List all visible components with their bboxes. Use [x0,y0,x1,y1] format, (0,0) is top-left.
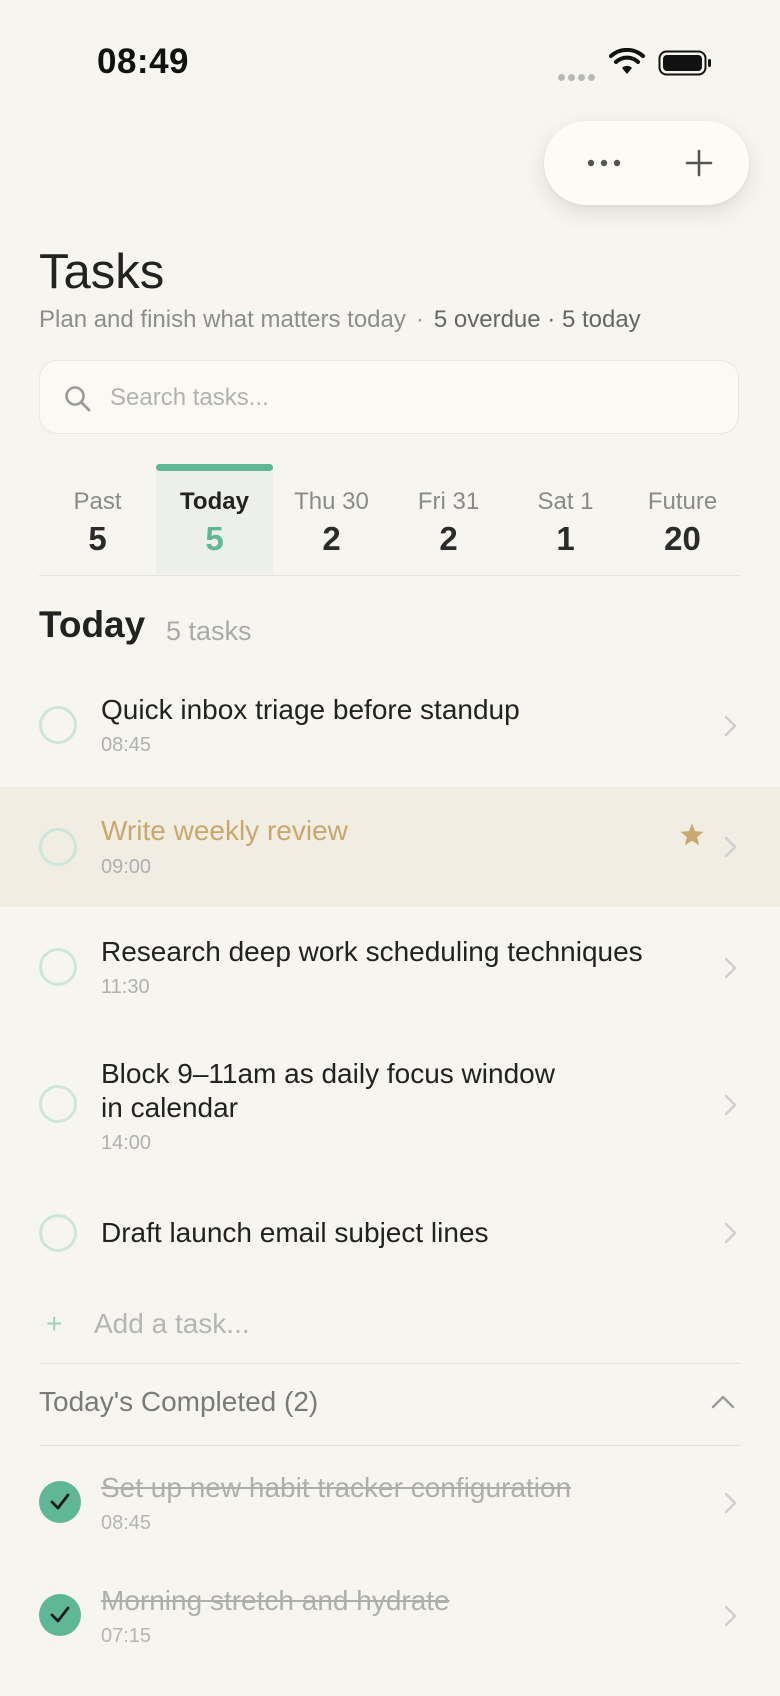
star-icon[interactable] [679,822,705,848]
task-checkbox[interactable] [39,828,77,866]
tab-label: Thu 30 [294,488,369,515]
chevron-right-icon [724,957,737,979]
task-title: Quick inbox triage before standup [101,694,520,725]
date-tabs: Past 5 Today 5 Thu 30 2 Fri 31 2 Sat 1 1… [39,464,739,576]
tab-label: Past [73,488,122,515]
chevron-right-icon [724,1605,737,1627]
tab-thu-30[interactable]: Thu 30 2 [273,464,390,574]
chevron-right-icon [724,1492,737,1514]
task-time: 14:00 [101,1132,152,1154]
tab-count: 5 [88,520,107,557]
chevron-right-icon [724,1094,737,1116]
tab-label: Sat 1 [537,488,594,515]
task-checkbox[interactable] [39,948,77,986]
task-row[interactable]: Quick inbox triage before standup 08:45 [0,666,780,786]
task-title-line-2: in calendar [101,1092,238,1123]
task-time: 11:30 [101,976,150,998]
subtitle-text: Plan and finish what matters today [39,306,406,333]
completed-section-header[interactable]: Today's Completed (2) [39,1364,741,1446]
divider [39,1445,741,1446]
add-task-plus-icon: + [46,1308,63,1339]
chevron-right-icon [724,715,737,737]
completed-task-title: Morning stretch and hydrate [101,1585,450,1616]
task-row-highlighted[interactable]: Write weekly review 09:00 [0,787,780,907]
task-checkbox[interactable] [39,1214,77,1252]
wifi-icon [609,48,645,74]
task-time: 09:00 [101,856,152,878]
section-count: 5 tasks [166,616,252,646]
status-time: 08:49 [97,42,190,81]
add-task-row[interactable]: + Add a task... [46,1300,746,1350]
completed-task-time: 08:45 [101,1512,152,1534]
checkmark-icon [50,1606,70,1623]
tab-count: 2 [439,520,458,557]
tab-label: Today [180,488,249,515]
task-checkbox[interactable] [39,706,77,744]
tab-count: 5 [205,520,224,557]
cellular-signal-icon [558,68,598,86]
chevron-up-icon[interactable] [711,1394,735,1410]
battery-icon [658,50,711,76]
page-subtitle: Plan and finish what matters today · 5 ove… [39,306,641,334]
completed-section-label: Today's Completed (2) [39,1386,319,1417]
section-title: Today [39,604,146,645]
tab-fri-31[interactable]: Fri 31 2 [390,464,507,574]
tab-past[interactable]: Past 5 [39,464,156,574]
more-options-button[interactable] [564,121,644,205]
completed-task-row[interactable]: Set up new habit tracker configuration 0… [0,1450,780,1560]
ellipsis-icon [587,159,621,167]
top-action-pill [544,121,749,205]
task-stats: 5 overdue · 5 today [433,306,641,333]
search-input[interactable] [108,361,712,435]
task-row[interactable]: Research deep work scheduling techniques… [0,908,780,1028]
tab-today[interactable]: Today 5 [156,464,273,574]
search-box [39,360,739,435]
search-icon [65,386,91,412]
tab-count: 20 [664,520,701,557]
task-row[interactable]: Block 9–11am as daily focus window in ca… [0,1030,780,1180]
tab-label: Fri 31 [417,488,480,515]
chevron-right-icon [724,1222,737,1244]
completed-task-row[interactable]: Morning stretch and hydrate 07:15 [0,1563,780,1673]
checkmark-icon [50,1493,70,1510]
task-title: Research deep work scheduling techniques [101,936,643,967]
completed-checkbox[interactable] [39,1481,81,1523]
add-task-placeholder: Add a task... [94,1308,250,1339]
completed-task-time: 07:15 [101,1625,152,1647]
page-title: Tasks [39,245,165,299]
chevron-right-icon [724,836,737,858]
task-checkbox[interactable] [39,1085,77,1123]
subtitle-separator: · [415,306,424,333]
tab-count: 1 [556,520,575,557]
add-task-button[interactable] [654,121,744,205]
plus-icon [685,149,713,177]
completed-task-title: Set up new habit tracker configuration [101,1472,572,1503]
tab-sat-1[interactable]: Sat 1 1 [507,464,624,574]
status-bar: 08:49 [0,0,780,120]
task-title: Draft launch email subject lines [101,1217,489,1248]
completed-checkbox[interactable] [39,1594,81,1636]
task-title-line-1: Block 9–11am as daily focus window [101,1058,555,1089]
tab-count: 2 [322,520,341,557]
task-row[interactable]: Draft launch email subject lines [0,1190,780,1280]
tab-future[interactable]: Future 20 [624,464,741,574]
task-title: Write weekly review [101,815,348,846]
tab-label: Future [647,488,718,515]
task-time: 08:45 [101,734,152,756]
